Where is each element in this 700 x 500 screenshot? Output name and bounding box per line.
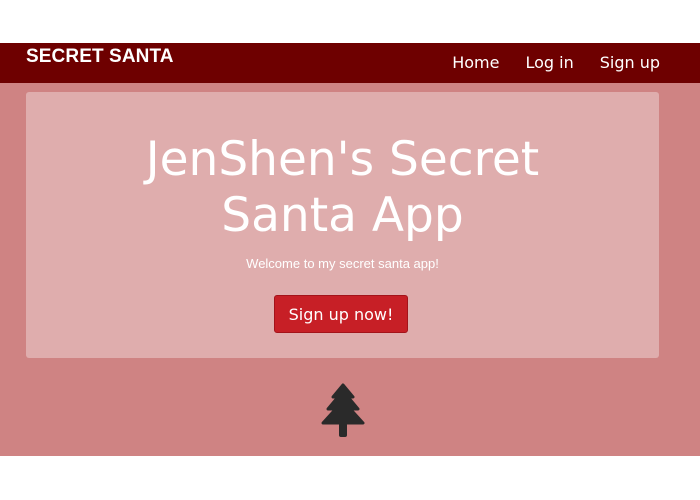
nav-link-log-in[interactable]: Log in [525,53,573,73]
hero-title-line-2: Santa App [221,188,464,243]
hero-title-line-1: JenShen's Secret [145,132,540,187]
sign-up-now-button[interactable]: Sign up now! [274,295,408,333]
hero-subtitle: Welcome to my secret santa app! [246,256,439,271]
christmas-tree-icon [321,383,365,437]
hero-jumbotron: JenShen's Secret Santa App Welcome to my… [26,92,659,358]
nav-links: Home Log in Sign up [452,52,660,74]
hero-title: JenShen's Secret Santa App [26,132,659,244]
brand-logo-link[interactable]: SECRET SANTA [26,46,174,68]
nav-link-sign-up[interactable]: Sign up [600,53,660,73]
page-body: SECRET SANTA Home Log in Sign up JenShen… [0,43,700,456]
nav-link-home[interactable]: Home [452,53,499,73]
top-navbar: SECRET SANTA Home Log in Sign up [0,43,700,83]
